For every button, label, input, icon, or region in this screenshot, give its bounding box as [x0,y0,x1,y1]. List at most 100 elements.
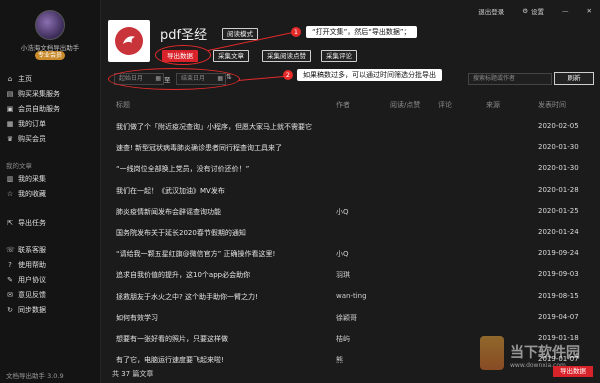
sidebar-item-label: 意见反馈 [18,291,46,299]
callout-arrow-2 [237,75,284,81]
sidebar-item-self-service[interactable]: ▣ 会员自助服务 [6,103,60,115]
sidebar-item-label: 购买采集服务 [18,90,60,98]
sidebar-item-label: 我的收藏 [18,190,46,198]
sidebar-item-my-collect[interactable]: ▥ 我的采集 [6,173,46,185]
account-name: pdf圣经 [160,28,208,43]
row-author: 小Q [336,207,349,216]
article-count: 共 37 篇文章 [112,370,154,378]
col-source: 来源 [486,101,500,109]
sidebar-item-label: 主页 [18,75,32,83]
app-version: 文档导出助手 3.0.9 [6,372,64,380]
watermark-logo-icon [480,336,504,370]
sidebar-item-label: 购买会员 [18,135,46,143]
col-reads-likes: 阅读/点赞 [390,101,421,109]
help-icon: ? [8,261,12,269]
sidebar-item-label: 我的采集 [18,175,46,183]
row-title: 国务院发布关于延长2020春节假期的通知 [116,228,246,237]
row-title: 想要有一张好看的照片，只要这样做 [116,334,228,343]
sidebar-item-export-task[interactable]: ⇱ 导出任务 [6,217,46,229]
sidebar-item-contact[interactable]: ☏ 联系客服 [6,244,46,256]
read-mode-button[interactable]: 阅读模式 [222,28,258,40]
table-row[interactable]: 肺炎疫情新闻发布会辟谣查询功能 小Q 2020-01-25 [108,201,596,222]
collect-icon: ▥ [6,175,14,183]
sidebar-item-feedback[interactable]: ✉ 意见反馈 [6,289,46,301]
row-title: 如何有效学习 [116,313,158,322]
minimize-button[interactable]: — [562,6,569,16]
row-title: 我们在一起！《武汉加油》MV发布 [116,186,225,195]
row-author: 熊 [336,356,343,365]
highlight-oval-export [155,45,211,65]
settings-label: 设置 [531,8,545,16]
row-title: 我们做了个「附近疫况查询」小程序，但愿大家马上就不需要它 [116,123,312,131]
collect-articles-button[interactable]: 采集文章 [213,50,249,62]
table-row[interactable]: “一线岗位全部换上党员，没有讨价还价！” 2020-01-30 [108,158,596,179]
callout-number-1: 1 [291,27,301,37]
sidebar-item-help[interactable]: ? 使用帮助 [6,259,46,271]
logout-label: 退出登录 [478,8,505,16]
order-icon: ▦ [6,120,14,128]
col-title: 标题 [116,101,130,109]
sidebar-item-home[interactable]: ⌂ 主页 [6,73,32,85]
search-input[interactable]: 搜索标题或作者 [468,73,552,85]
sidebar-item-label: 使用帮助 [18,261,46,269]
minimize-icon: — [562,7,569,15]
logout-button[interactable]: 退出登录 [478,6,504,16]
table-row[interactable]: 我们在一起！《武汉加油》MV发布 2020-01-28 [108,180,596,201]
row-title: 有了它，电脑运行速度要飞起来啦! [116,356,224,365]
feedback-icon: ✉ [7,291,13,299]
sidebar-item-orders[interactable]: ▦ 我的订单 [6,118,46,130]
sidebar-item-buy-member[interactable]: ♛ 购买会员 [6,133,46,145]
table-row[interactable]: 如何有效学习 徐颖哥 2019-04-07 [108,307,596,328]
collect-read-like-button[interactable]: 采集阅读点赞 [262,50,311,62]
sidebar-item-label: 同步数据 [18,306,46,314]
table-row[interactable]: 国务院发布关于延长2020春节假期的通知 2020-01-24 [108,222,596,243]
member-badge: 专业会员 [35,51,65,60]
refresh-button[interactable]: 刷新 [554,72,594,85]
section-my-articles: 我的文章 [6,162,32,170]
row-title: “请给我一颗五星红旗@微信官方” 正确操作看这里! [116,250,276,259]
headset-icon: ☏ [6,246,15,254]
table-row[interactable]: 我们做了个「附近疫况查询」小程序，但愿大家马上就不需要它 2020-02-05 [108,116,596,137]
export-data-bottom-button[interactable]: 导出数据 [553,366,593,377]
col-author: 作者 [336,101,350,109]
sidebar-item-label: 联系客服 [18,246,46,254]
close-button[interactable]: ✕ [587,6,592,16]
collect-comments-button[interactable]: 采集评论 [321,50,357,62]
row-author: 徐颖哥 [336,313,357,322]
row-date: 2020-01-25 [538,206,579,215]
sidebar: 小浩海文档导出助手 专业会员 ⌂ 主页 ▤ 购买采集服务 ▣ 会员自助服务 ▦ … [0,0,101,383]
row-author: 桔屿 [336,334,350,343]
home-icon: ⌂ [7,75,13,83]
row-date: 2020-01-28 [538,185,579,194]
col-date: 发表时间 [538,101,566,109]
table-row[interactable]: 拯救朋友于水火之中? 这个助手助你一臂之力! wan-ting 2019-08-… [108,286,596,307]
gear-icon: ⚙ [522,7,529,15]
table-header: 标题 作者 阅读/点赞 评论 来源 发表时间 [108,98,596,112]
row-date: 2020-01-30 [538,143,579,152]
sidebar-item-favorites[interactable]: ☆ 我的收藏 [6,188,46,200]
close-icon: ✕ [586,7,592,15]
row-author: 小Q [336,250,349,259]
table-row[interactable]: “请给我一颗五星红旗@微信官方” 正确操作看这里! 小Q 2019-09-24 [108,243,596,264]
sync-icon: ↻ [7,306,13,314]
table-row[interactable]: 追求自我价值的提升，这10个app必会助你 羽琪 2019-09-03 [108,264,596,285]
account-logo [115,27,143,55]
row-title: 肺炎疫情新闻发布会辟谣查询功能 [116,207,221,216]
sidebar-item-label: 会员自助服务 [18,105,60,113]
row-title: “一线岗位全部换上党员，没有讨价还价！” [116,165,250,174]
row-date: 2020-01-30 [538,164,579,173]
settings-button[interactable]: ⚙ 设置 [522,6,544,16]
row-date: 2020-02-05 [538,122,579,130]
sidebar-item-sync[interactable]: ↻ 同步数据 [6,304,46,316]
user-avatar[interactable] [35,10,65,40]
row-title: 追求自我价值的提升，这10个app必会助你 [116,271,251,280]
row-title: 拯救朋友于水火之中? 这个助手助你一臂之力! [116,292,258,301]
table-row[interactable]: 速查! 新型冠状病毒肺炎确诊患者同行程查询工具来了 2020-01-30 [108,137,596,158]
sidebar-item-buy-service[interactable]: ▤ 购买采集服务 [6,88,60,100]
row-author: 羽琪 [336,271,350,280]
callout-number-2: 2 [283,70,293,80]
export-icon: ⇱ [7,219,13,227]
cart-icon: ▤ [6,90,14,98]
sidebar-item-agreement[interactable]: ✎ 用户协议 [6,274,46,286]
top-actions: 退出登录 ⚙ 设置 — ✕ [478,6,592,16]
